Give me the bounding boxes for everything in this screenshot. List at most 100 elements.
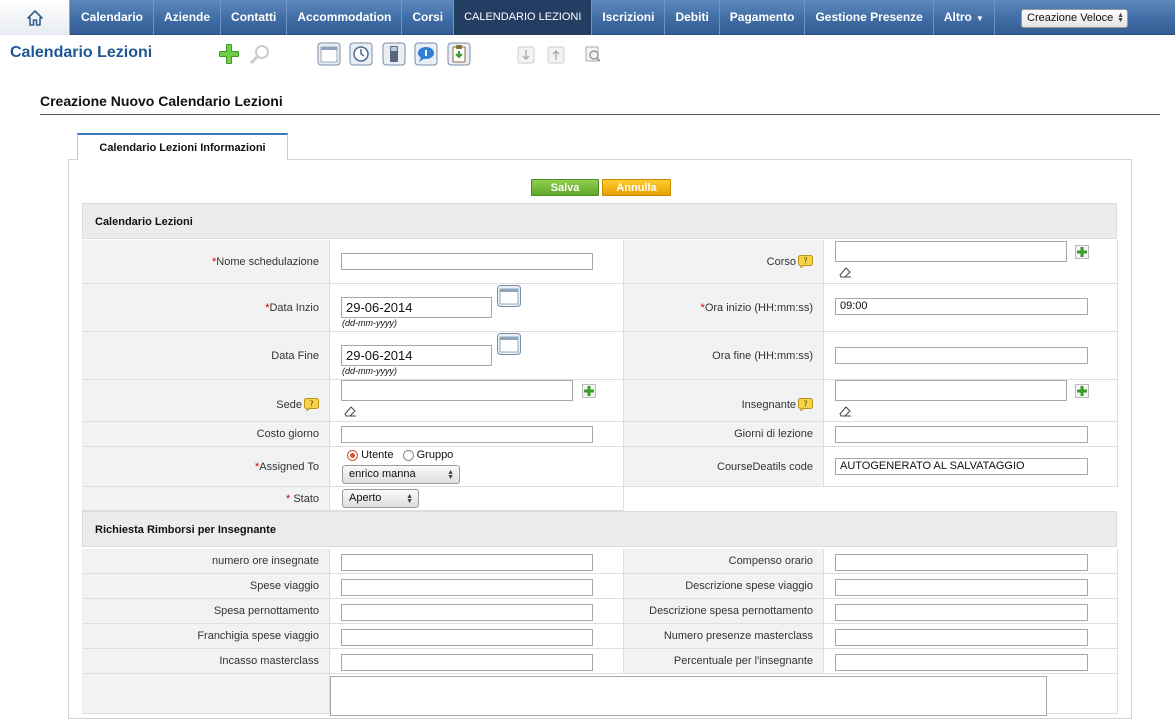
corso-label-text: Corso [766, 255, 796, 268]
data-inizio-label-text: Data Inzio [269, 301, 319, 314]
date-format-hint: (dd-mm-yyyy) [342, 318, 397, 328]
section-header-calendario: Calendario Lezioni [82, 203, 1117, 239]
quick-create-label: Creazione Veloce [1027, 12, 1114, 24]
sede-add-icon[interactable] [582, 384, 596, 398]
descrizione-spesa-pernottamento-input[interactable] [835, 604, 1088, 621]
calculator-button[interactable] [382, 42, 406, 66]
cancel-button[interactable]: Annulla [602, 179, 671, 196]
rimborsi-right-label: Percentuale per l'insegnante [624, 649, 824, 674]
giorni-label: Giorni di lezione [624, 422, 824, 447]
clock-button[interactable] [349, 42, 373, 66]
sede-input[interactable] [341, 380, 573, 401]
chat-button[interactable] [414, 42, 438, 66]
chat-icon [414, 42, 438, 66]
ora-inizio-input[interactable]: 09:00 [835, 298, 1088, 315]
nome-input[interactable] [341, 253, 593, 270]
export-button[interactable] [517, 46, 535, 64]
assigned-user-select[interactable]: enrico manna ▲ ▼ [342, 465, 460, 484]
arrow-up-icon [547, 46, 565, 64]
corso-add-icon[interactable] [1075, 245, 1089, 259]
sede-clear-icon[interactable] [343, 405, 357, 417]
save-button[interactable]: Salva [531, 179, 599, 196]
svg-text:?: ? [803, 400, 807, 409]
stato-label-text: Stato [293, 492, 319, 505]
altro-label: Altro [943, 10, 972, 24]
insegnante-label-text: Insegnante [741, 398, 796, 411]
find-duplicates-button[interactable] [584, 45, 602, 63]
giorni-input[interactable] [835, 426, 1088, 443]
add-record-button[interactable] [217, 42, 241, 66]
nav-item-gestione-presenze[interactable]: Gestione Presenze [805, 0, 934, 35]
module-tabs: Calendario Aziende Contatti Accommodatio… [71, 0, 995, 35]
description-textarea[interactable] [330, 676, 1047, 716]
sede-label: Sede ? [82, 380, 330, 422]
description-label [82, 674, 330, 714]
chevron-down-icon: ▼ [975, 14, 984, 23]
tab-informazioni[interactable]: Calendario Lezioni Informazioni [77, 133, 288, 160]
nav-item-pagamento[interactable]: Pagamento [720, 0, 806, 35]
calendar-button[interactable] [317, 42, 341, 66]
spese-viaggio-input[interactable] [341, 579, 593, 596]
insegnante-add-icon[interactable] [1075, 384, 1089, 398]
spesa-pernottamento-input[interactable] [341, 604, 593, 621]
home-button[interactable] [0, 0, 70, 35]
percentuale-input[interactable] [835, 654, 1088, 671]
corso-label: Corso ? [624, 240, 824, 284]
heading-divider [40, 114, 1160, 115]
spinner-arrows-icon: ▲ ▼ [406, 493, 413, 505]
stato-select[interactable]: Aperto ▲ ▼ [342, 489, 419, 508]
assign-type-radios: Utente Gruppo [347, 449, 453, 461]
corso-clear-icon[interactable] [838, 266, 852, 278]
rimborsi-left-label: Franchigia spese viaggio [82, 624, 330, 649]
import-button[interactable] [447, 42, 471, 66]
help-icon: ? [798, 398, 813, 411]
nav-item-calendario-lezioni[interactable]: CALENDARIO LEZIONI [454, 0, 593, 35]
numero-presenze-input[interactable] [835, 629, 1088, 646]
nav-item-iscrizioni[interactable]: Iscrizioni [592, 0, 666, 35]
costo-input[interactable] [341, 426, 593, 443]
insegnante-clear-icon[interactable] [838, 405, 852, 417]
calendar-icon [317, 42, 341, 66]
search-button[interactable] [248, 42, 272, 66]
insegnante-input[interactable] [835, 380, 1067, 401]
nav-item-contatti[interactable]: Contatti [221, 0, 288, 35]
assigned-label: * Assigned To [82, 447, 330, 487]
ora-inizio-label-text: Ora inizio (HH:mm:ss) [704, 301, 813, 314]
spinner-arrows-icon: ▲ ▼ [447, 469, 454, 481]
arrow-down-icon [517, 46, 535, 64]
incasso-masterclass-input[interactable] [341, 654, 593, 671]
radio-gruppo[interactable] [402, 449, 414, 461]
nav-item-calendario[interactable]: Calendario [71, 0, 155, 35]
franchigia-input[interactable] [341, 629, 593, 646]
form-heading: Creazione Nuovo Calendario Lezioni [40, 93, 283, 109]
ora-fine-input[interactable] [835, 347, 1088, 364]
clock-icon [349, 42, 373, 66]
corso-input[interactable] [835, 241, 1067, 262]
section-header-rimborsi: Richiesta Rimborsi per Insegnante [82, 511, 1117, 547]
quick-create-select[interactable]: Creazione Veloce ▲ ▼ [1021, 9, 1128, 28]
descrizione-spese-viaggio-input[interactable] [835, 579, 1088, 596]
nav-item-debiti[interactable]: Debiti [665, 0, 720, 35]
find-duplicates-icon [585, 46, 601, 62]
data-inizio-calendar-icon[interactable] [497, 285, 521, 307]
stato-label: * Stato [82, 487, 330, 511]
rimborsi-right-label: Descrizione spesa pernottamento [624, 599, 824, 624]
numero-ore-input[interactable] [341, 554, 593, 571]
radio-utente[interactable] [347, 449, 358, 461]
data-inizio-input[interactable]: 29-06-2014 [341, 297, 492, 318]
nav-item-corsi[interactable]: Corsi [402, 0, 455, 35]
coursedetails-input: AUTOGENERATO AL SALVATAGGIO [835, 458, 1088, 475]
data-fine-input[interactable]: 29-06-2014 [341, 345, 492, 366]
upload-button[interactable] [547, 46, 565, 64]
rimborsi-right-label: Compenso orario [624, 549, 824, 574]
search-icon [249, 45, 269, 65]
data-fine-calendar-icon[interactable] [497, 333, 521, 355]
required-mark: * [286, 492, 291, 505]
nome-label-text: Nome schedulazione [216, 255, 319, 268]
top-navigation: Calendario Aziende Contatti Accommodatio… [0, 0, 1175, 35]
nav-item-altro[interactable]: Altro ▼ [934, 0, 995, 35]
insegnante-label: Insegnante ? [624, 380, 824, 422]
nav-item-aziende[interactable]: Aziende [154, 0, 222, 35]
compenso-orario-input[interactable] [835, 554, 1088, 571]
nav-item-accommodation[interactable]: Accommodation [287, 0, 403, 35]
